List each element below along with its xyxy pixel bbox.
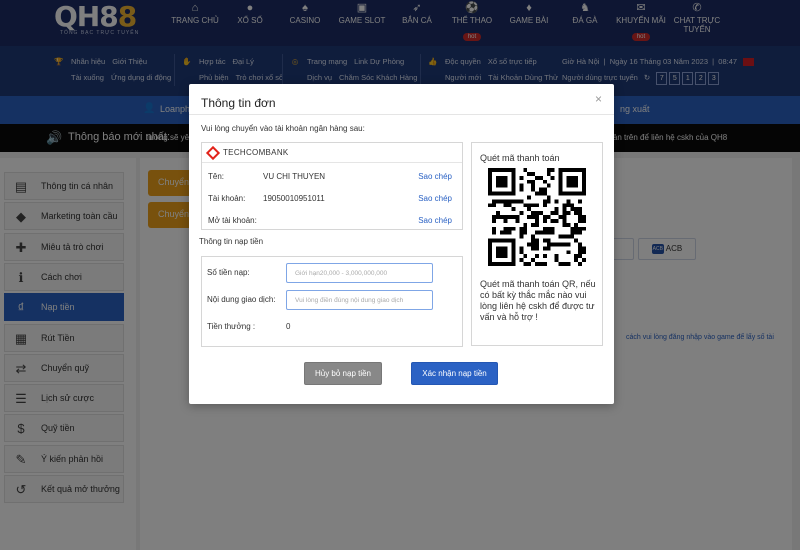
amount-row: Số tiền nạp:: [202, 263, 462, 283]
modal-title: Thông tin đơn: [201, 96, 276, 110]
qr-title: Quét mã thanh toán: [480, 153, 560, 163]
bonus-label: Tiền thưởng :: [207, 322, 256, 331]
cancel-deposit-button[interactable]: Hủy bỏ nạp tiền: [304, 362, 382, 385]
copy-account-button[interactable]: Sao chép: [418, 194, 452, 203]
qr-panel: Quét mã thanh toán Quét mã thanh toán QR…: [471, 142, 603, 346]
bonus-row: Tiền thưởng : 0: [202, 317, 462, 337]
confirm-deposit-button[interactable]: Xác nhận nạp tiền: [411, 362, 498, 385]
account-name-value: VU CHI THUYEN: [263, 172, 326, 181]
copy-branch-button[interactable]: Sao chép: [418, 216, 452, 225]
account-name-row: Tên: VU CHI THUYEN Sao chép: [202, 169, 462, 185]
techcombank-logo-icon: [205, 145, 221, 161]
account-number-row: Tài khoản: 19050010951011 Sao chép: [202, 191, 462, 207]
content-label: Nội dung giao dịch:: [207, 295, 276, 304]
copy-name-button[interactable]: Sao chép: [418, 172, 452, 181]
content-row: Nội dung giao dịch:: [202, 290, 462, 310]
account-number-value: 19050010951011: [263, 194, 325, 203]
bank-account-box: TECHCOMBANK Tên: VU CHI THUYEN Sao chép …: [201, 142, 463, 230]
order-info-modal: Thông tin đơn × Vui lòng chuyển vào tài …: [189, 84, 614, 404]
qr-code-image: [488, 168, 586, 266]
account-name-label: Tên:: [208, 172, 225, 181]
account-branch-label: Mở tài khoản:: [208, 216, 257, 225]
close-icon[interactable]: ×: [595, 92, 602, 106]
amount-label: Số tiền nạp:: [207, 268, 250, 277]
bank-header: TECHCOMBANK: [202, 143, 462, 163]
deposit-info-title: Thông tin nạp tiền: [199, 237, 264, 246]
transaction-content-input[interactable]: [286, 290, 433, 310]
bank-name: TECHCOMBANK: [223, 148, 289, 157]
deposit-form: Số tiền nạp: Nội dung giao dịch: Tiền th…: [201, 256, 463, 347]
qr-help-text: Quét mã thanh toán QR, nếu có bất kỳ thắ…: [480, 279, 596, 322]
account-branch-row: Mở tài khoản: Sao chép: [202, 213, 462, 229]
amount-input[interactable]: [286, 263, 433, 283]
bonus-value: 0: [286, 322, 291, 331]
modal-divider: [189, 114, 614, 115]
transfer-instruction: Vui lòng chuyển vào tài khoản ngân hàng …: [201, 124, 365, 133]
account-number-label: Tài khoản:: [208, 194, 246, 203]
